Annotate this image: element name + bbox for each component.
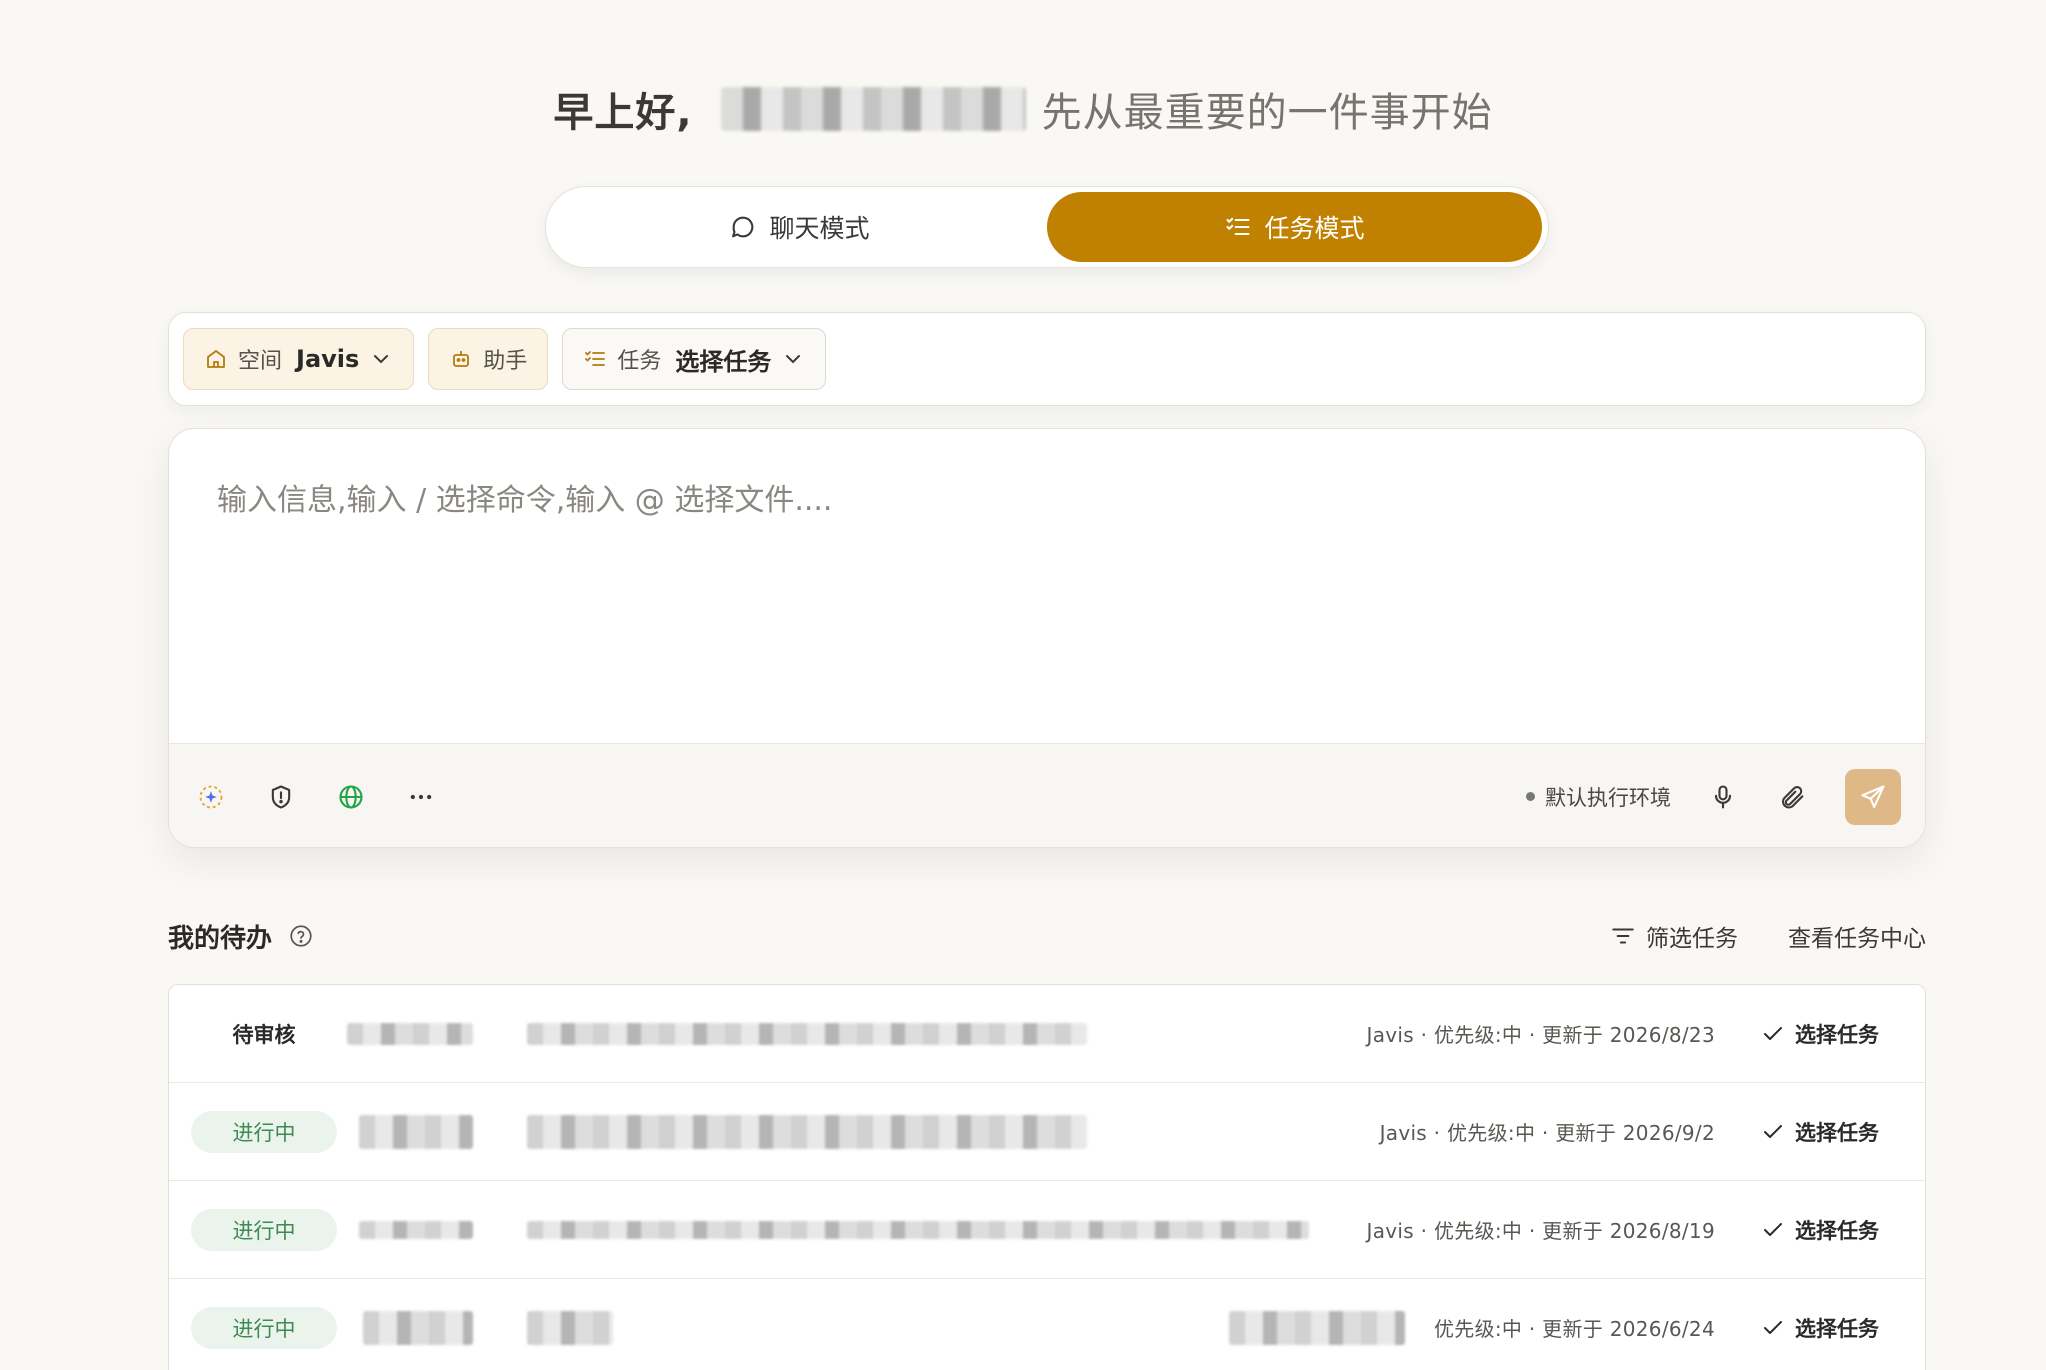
redacted-text: [527, 1220, 1309, 1239]
status-badge: 进行中: [191, 1208, 337, 1251]
task-mode-button[interactable]: 任务模式: [1047, 192, 1542, 262]
chat-mode-button[interactable]: 聊天模式: [552, 192, 1047, 262]
todo-title: 我的待办: [168, 923, 273, 954]
task-meta: Javis · 优先级:中 · 更新于 2026/8/19: [1366, 1219, 1715, 1243]
shield-icon: [271, 784, 291, 809]
attach-file-button[interactable]: [1775, 779, 1811, 815]
robot-icon: [453, 351, 470, 367]
chevron-down-icon: [374, 355, 389, 364]
view-task-center-label: 查看任务中心: [1788, 926, 1926, 952]
task-label: 任务: [617, 349, 662, 374]
todo-list: 待审核 Javis · 优先级:中 · 更新于 2026/8/23 选择任务 进…: [168, 984, 1926, 1370]
task-meta: Javis · 优先级:中 · 更新于 2026/9/2: [1379, 1121, 1715, 1145]
check-icon: [1764, 1124, 1782, 1138]
chevron-down-icon: [786, 355, 801, 364]
redacted-text: [363, 1310, 473, 1345]
space-selector[interactable]: 空间 Javis: [183, 328, 415, 390]
page: 早上好, 先从最重要的一件事开始 聊天模式 任务模式 空间 Javis 助手 任…: [0, 0, 2046, 1370]
send-button[interactable]: [1845, 768, 1901, 825]
message-input[interactable]: [169, 429, 1925, 743]
check-icon: [1764, 1320, 1782, 1334]
task-meta: 优先级:中 · 更新于 2026/6/24: [1433, 1317, 1715, 1341]
filter-tasks-button[interactable]: 筛选任务: [1610, 919, 1738, 953]
todo-row[interactable]: 进行中 优先级:中 · 更新于 2026/6/24 选择任务: [169, 1279, 1925, 1370]
status-dot: [1526, 792, 1535, 801]
status-badge: 进行中: [191, 1306, 337, 1349]
chat-mode-label: 聊天模式: [769, 214, 870, 243]
checklist-icon: [585, 351, 606, 366]
status-badge: 待审核: [232, 1022, 296, 1047]
task-mode-label: 任务模式: [1264, 214, 1365, 243]
env-label: 默认执行环境: [1545, 785, 1671, 810]
shield-button[interactable]: [263, 779, 299, 815]
select-task-label: 选择任务: [1795, 1022, 1879, 1047]
web-search-button[interactable]: [333, 779, 369, 815]
redacted-text: [359, 1114, 473, 1149]
select-task-button[interactable]: 选择任务: [1761, 1117, 1879, 1147]
more-dots-icon: [410, 794, 432, 799]
context-bar: 空间 Javis 助手 任务 选择任务: [168, 312, 1926, 406]
check-icon: [1764, 1222, 1782, 1236]
more-button[interactable]: [403, 779, 439, 815]
voice-input-button[interactable]: [1705, 779, 1741, 815]
task-selector[interactable]: 任务 选择任务: [562, 328, 827, 390]
globe-icon: [339, 784, 363, 809]
message-composer: 默认执行环境: [168, 428, 1926, 848]
todo-header: 我的待办 筛选任务 查看任务中心: [168, 914, 1926, 958]
microphone-icon: [1714, 784, 1732, 809]
space-label: 空间: [238, 349, 283, 374]
redacted-text: [527, 1310, 613, 1345]
execution-environment[interactable]: 默认执行环境: [1526, 782, 1671, 812]
redacted-text: [359, 1220, 473, 1239]
select-task-button[interactable]: 选择任务: [1761, 1313, 1879, 1343]
redacted-username: [720, 87, 1026, 131]
select-task-label: 选择任务: [1795, 1120, 1879, 1145]
status-badge: 进行中: [191, 1110, 337, 1153]
home-icon: [207, 350, 225, 368]
redacted-text: [1229, 1310, 1405, 1345]
composer-toolbar: 默认执行环境: [169, 743, 1925, 847]
chat-bubble-icon: [732, 216, 754, 238]
greeting: 早上好, 先从最重要的一件事开始: [0, 80, 2046, 138]
greeting-subtitle: 先从最重要的一件事开始: [1041, 90, 1493, 136]
greeting-hello: 早上好,: [553, 90, 693, 136]
select-task-button[interactable]: 选择任务: [1761, 1019, 1879, 1049]
redacted-text: [527, 1022, 1087, 1045]
checklist-icon: [1226, 217, 1251, 236]
filter-tasks-label: 筛选任务: [1646, 926, 1738, 952]
sparkle-button[interactable]: [193, 779, 229, 815]
sparkle-icon: [199, 785, 223, 808]
redacted-text: [527, 1114, 1087, 1149]
task-meta: Javis · 优先级:中 · 更新于 2026/8/23: [1366, 1023, 1715, 1047]
select-task-label: 选择任务: [1795, 1316, 1879, 1341]
check-icon: [1764, 1026, 1782, 1040]
filter-icon: [1612, 928, 1634, 944]
assistant-selector[interactable]: 助手: [428, 328, 549, 390]
assistant-label: 助手: [483, 349, 528, 374]
todo-row[interactable]: 待审核 Javis · 优先级:中 · 更新于 2026/8/23 选择任务: [169, 985, 1925, 1083]
help-circle-icon[interactable]: [288, 923, 314, 949]
todo-row[interactable]: 进行中 Javis · 优先级:中 · 更新于 2026/8/19 选择任务: [169, 1181, 1925, 1279]
paperclip-icon: [1782, 785, 1804, 809]
mode-switch: 聊天模式 任务模式: [545, 186, 1549, 268]
redacted-text: [347, 1022, 473, 1045]
view-task-center-link[interactable]: 查看任务中心: [1788, 919, 1926, 953]
send-icon: [1861, 784, 1885, 808]
todo-row[interactable]: 进行中 Javis · 优先级:中 · 更新于 2026/9/2 选择任务: [169, 1083, 1925, 1181]
space-value: Javis: [296, 345, 360, 373]
select-task-label: 选择任务: [1795, 1218, 1879, 1243]
select-task-button[interactable]: 选择任务: [1761, 1215, 1879, 1245]
task-value: 选择任务: [675, 347, 772, 376]
